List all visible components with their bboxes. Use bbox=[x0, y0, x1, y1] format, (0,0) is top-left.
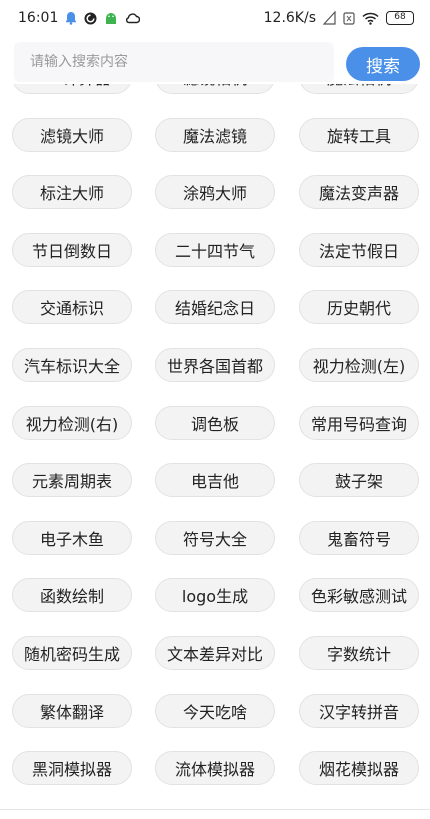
tool-button[interactable]: 魔法滤镜 bbox=[155, 117, 275, 152]
sim-card-icon bbox=[343, 11, 355, 25]
tool-button[interactable]: 汽车标识大全 bbox=[12, 348, 132, 382]
discover-icon[interactable] bbox=[207, 814, 223, 819]
tool-button[interactable]: 交通标识 bbox=[12, 290, 132, 325]
tool-row: 随机密码生成 文本差异对比 字数统计 bbox=[0, 636, 430, 670]
wifi-icon bbox=[362, 12, 379, 25]
tool-button[interactable]: 视力检测(右) bbox=[12, 405, 132, 440]
tool-button[interactable]: 二十四节气 bbox=[155, 232, 275, 267]
search-button[interactable]: 搜索 bbox=[346, 47, 420, 81]
tool-button[interactable]: 符号大全 bbox=[155, 520, 275, 555]
tool-button[interactable]: 元素周期表 bbox=[12, 463, 132, 498]
network-speed: 12.6K/s bbox=[263, 10, 316, 26]
tool-row: 黑洞模拟器 流体模拟器 烟花模拟器 bbox=[0, 751, 430, 786]
tool-button[interactable]: 结婚纪念日 bbox=[155, 290, 275, 325]
tool-button[interactable]: 电子木鱼 bbox=[12, 520, 132, 555]
tool-button[interactable]: 常用号码查询 bbox=[299, 405, 419, 440]
tool-button[interactable]: 流体模拟器 bbox=[155, 751, 275, 786]
tool-button[interactable]: 标注大师 bbox=[12, 175, 132, 210]
tool-row: 标注大师 涂鸦大师 魔法变声器 bbox=[0, 175, 430, 210]
cloud-icon bbox=[125, 12, 141, 24]
android-icon bbox=[104, 12, 118, 25]
tool-button[interactable]: 随机密码生成 bbox=[12, 636, 132, 670]
tool-button[interactable]: 今天吃啥 bbox=[155, 693, 275, 728]
tool-row: 函数绘制 logo生成 色彩敏感测试 bbox=[0, 578, 430, 613]
profile-icon[interactable] bbox=[348, 814, 366, 819]
tool-button[interactable]: 法定节假日 bbox=[299, 232, 419, 267]
no-sim-icon bbox=[323, 11, 336, 25]
bell-icon bbox=[65, 11, 77, 25]
tool-row: 汽车标识大全 世界各国首都 视力检测(左) bbox=[0, 348, 430, 382]
bottom-nav bbox=[0, 810, 430, 819]
tool-button[interactable]: 视力检测(左) bbox=[299, 348, 419, 382]
tool-button[interactable]: 旋转工具 bbox=[299, 117, 419, 152]
tool-button[interactable]: 魔法变声器 bbox=[299, 175, 419, 210]
tool-button[interactable]: 魔法相机 bbox=[299, 84, 419, 94]
tool-button[interactable]: 涂鸦大师 bbox=[155, 175, 275, 210]
home-icon[interactable] bbox=[64, 814, 80, 819]
search-bar: 搜索 bbox=[14, 42, 420, 82]
status-bar: 16:01 12.6K/s 68 bbox=[0, 0, 430, 36]
tool-button[interactable]: 滤镜大师 bbox=[12, 117, 132, 152]
battery-icon: 68 bbox=[386, 11, 414, 25]
tool-grid: BMI计算器滤镜相机魔法相机滤镜大师魔法滤镜旋转工具标注大师涂鸦大师魔法变声器节… bbox=[0, 84, 430, 809]
tool-button[interactable]: 汉字转拼音 bbox=[299, 693, 419, 728]
tool-button[interactable]: 函数绘制 bbox=[12, 578, 132, 613]
tool-row: 电子木鱼 符号大全 鬼畜符号 bbox=[0, 520, 430, 555]
tool-button[interactable]: 电吉他 bbox=[155, 463, 275, 498]
tool-button[interactable]: 文本差异对比 bbox=[155, 636, 275, 670]
tool-button[interactable]: 世界各国首都 bbox=[155, 348, 275, 382]
tool-button[interactable]: 黑洞模拟器 bbox=[12, 751, 132, 786]
tool-row: 滤镜大师 魔法滤镜 旋转工具 bbox=[0, 117, 430, 152]
tool-button[interactable]: 调色板 bbox=[155, 405, 275, 440]
tool-button[interactable]: 烟花模拟器 bbox=[299, 751, 419, 786]
tool-button[interactable]: logo生成 bbox=[155, 578, 275, 613]
tool-button[interactable]: 鬼畜符号 bbox=[299, 520, 419, 555]
tool-row: 元素周期表 电吉他 鼓子架 bbox=[0, 463, 430, 498]
search-input[interactable] bbox=[14, 42, 334, 82]
tool-button[interactable]: 繁体翻译 bbox=[12, 693, 132, 728]
status-left: 16:01 bbox=[18, 10, 141, 26]
tool-button[interactable]: BMI计算器 bbox=[12, 84, 132, 94]
tool-button[interactable]: 滤镜相机 bbox=[155, 84, 275, 94]
tool-row: 繁体翻译 今天吃啥 汉字转拼音 bbox=[0, 693, 430, 728]
tool-row: 节日倒数日 二十四节气 法定节假日 bbox=[0, 232, 430, 267]
tool-button[interactable]: 色彩敏感测试 bbox=[299, 578, 419, 613]
status-right: 12.6K/s 68 bbox=[264, 10, 414, 26]
tool-row: 视力检测(右) 调色板 常用号码查询 bbox=[0, 405, 430, 440]
tool-row: 交通标识 结婚纪念日 历史朝代 bbox=[0, 290, 430, 325]
tool-button[interactable]: 节日倒数日 bbox=[12, 232, 132, 267]
tool-row: BMI计算器 滤镜相机 魔法相机 bbox=[0, 84, 430, 94]
status-time: 16:01 bbox=[18, 10, 59, 26]
tool-button[interactable]: 字数统计 bbox=[299, 636, 419, 670]
sync-app-icon bbox=[84, 12, 97, 25]
tool-button[interactable]: 鼓子架 bbox=[299, 463, 419, 498]
tool-button[interactable]: 历史朝代 bbox=[299, 290, 419, 325]
